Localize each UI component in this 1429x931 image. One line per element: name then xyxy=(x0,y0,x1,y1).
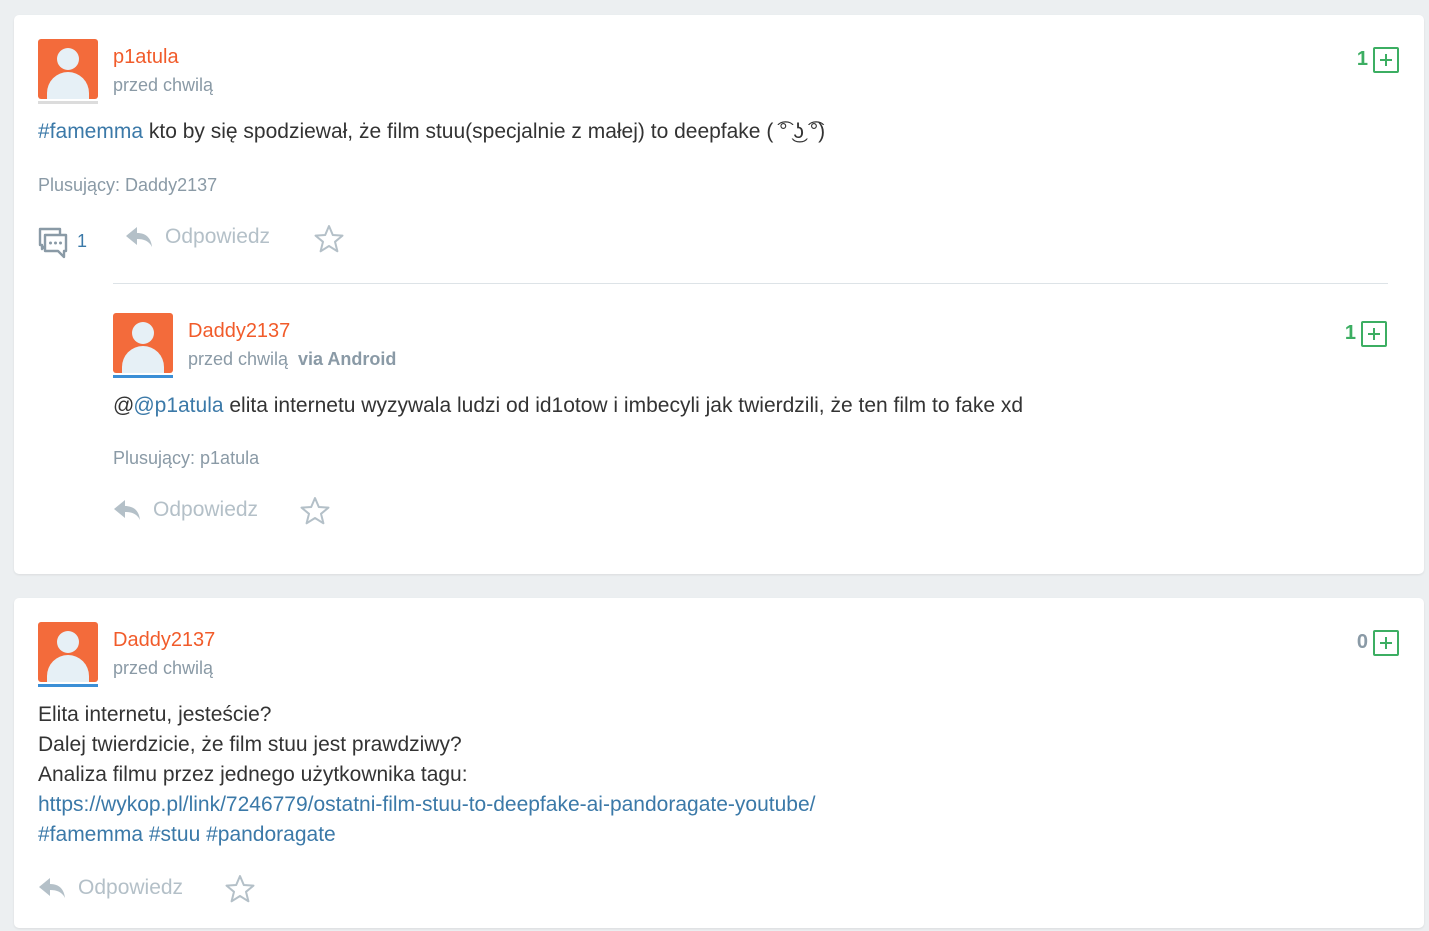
star-icon[interactable] xyxy=(314,224,344,254)
reply-label: Odpowiedz xyxy=(165,225,271,248)
plus-icon[interactable] xyxy=(1373,47,1399,73)
avatar[interactable] xyxy=(38,622,98,682)
comment-count[interactable]: 1 xyxy=(77,231,87,252)
vote-score: 0 xyxy=(1356,631,1368,653)
reply-label: Odpowiedz xyxy=(153,498,259,521)
entry-card: Daddy2137 przed chwilą 0 Elita internetu… xyxy=(14,598,1424,928)
comment-plusers-list[interactable]: Plusujący: p1atula xyxy=(113,448,259,469)
comment-text: elita internetu wyzywala ludzi od id1oto… xyxy=(223,394,1024,417)
comment-content: @@p1atula elita internetu wyzywala ludzi… xyxy=(113,394,1024,417)
author-username[interactable]: Daddy2137 xyxy=(113,629,215,652)
comment-time: przed chwilą xyxy=(188,349,289,369)
comment-author-username[interactable]: Daddy2137 xyxy=(188,320,290,343)
content-line: Dalej twierdzicie, że film stuu jest pra… xyxy=(38,733,462,756)
tag-link[interactable]: #famemma xyxy=(38,120,143,143)
entry-card: p1atula przed chwilą 1 #famemma kto by s… xyxy=(14,15,1424,574)
star-icon[interactable] xyxy=(300,496,330,526)
tag-link[interactable]: #stuu xyxy=(149,823,200,846)
avatar[interactable] xyxy=(113,313,173,373)
comment-plus-icon[interactable] xyxy=(1361,321,1387,347)
reply-icon xyxy=(126,227,152,247)
reply-button[interactable]: Odpowiedz xyxy=(125,225,270,249)
comment-source[interactable]: via Android xyxy=(298,349,396,369)
mention-link[interactable]: @p1atula xyxy=(133,394,223,417)
vote-score: 1 xyxy=(1356,48,1368,70)
avatar-gender-bar xyxy=(38,684,98,687)
entry-text: kto by się spodziewał, że film stuu(spec… xyxy=(143,120,826,143)
content-line: Analiza filmu przez jednego użytkownika … xyxy=(38,763,468,786)
post-time: przed chwilą xyxy=(113,75,214,95)
tags-line: #famemma #stuu #pandoragate xyxy=(38,820,815,850)
comments-icon[interactable] xyxy=(38,227,68,259)
content-line: Elita internetu, jesteście? xyxy=(38,703,272,726)
reply-icon xyxy=(39,878,65,898)
post-time: przed chwilą xyxy=(113,658,214,678)
comment-reply-button[interactable]: Odpowiedz xyxy=(113,498,258,522)
author-username[interactable]: p1atula xyxy=(113,46,179,69)
comments-divider xyxy=(113,283,1388,284)
avatar-gender-bar xyxy=(113,375,173,378)
tag-link[interactable]: #famemma xyxy=(38,823,143,846)
avatar-gender-bar xyxy=(38,101,98,104)
comment-meta: przed chwilą via Android xyxy=(188,349,396,370)
reply-button[interactable]: Odpowiedz xyxy=(38,876,183,900)
plus-icon[interactable] xyxy=(1373,630,1399,656)
avatar[interactable] xyxy=(38,39,98,99)
star-icon[interactable] xyxy=(225,874,255,904)
external-link[interactable]: https://wykop.pl/link/7246779/ostatni-fi… xyxy=(38,793,815,816)
reply-icon xyxy=(114,500,140,520)
tag-link[interactable]: #pandoragate xyxy=(206,823,336,846)
entry-content: Elita internetu, jesteście? Dalej twierd… xyxy=(38,700,815,850)
entry-content: #famemma kto by się spodziewał, że film … xyxy=(38,117,825,147)
comment-vote-score: 1 xyxy=(1344,322,1356,344)
plusers-list[interactable]: Plusujący: Daddy2137 xyxy=(38,175,217,196)
reply-label: Odpowiedz xyxy=(78,876,184,899)
